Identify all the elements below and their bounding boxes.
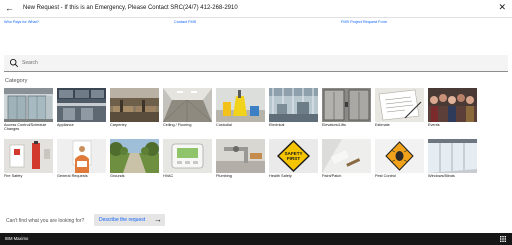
- category-label: Electrical: [269, 123, 285, 127]
- category-tile-custodial[interactable]: Custodial: [216, 88, 265, 136]
- plumbing-image: [216, 139, 265, 173]
- category-label: Events: [428, 123, 440, 127]
- search-input[interactable]: [22, 57, 492, 69]
- fire-safety-image: [4, 139, 53, 173]
- bottom-bar: IBM Maximo: [0, 233, 512, 245]
- custodial-image: [216, 88, 265, 122]
- category-tile-windows-blinds[interactable]: Windows/Blinds: [428, 139, 477, 187]
- category-tile-electrical[interactable]: Electrical: [269, 88, 318, 136]
- search-bar: [4, 55, 508, 72]
- help-question: Can't find what you are looking for?: [6, 218, 85, 224]
- category-tile-health-safety[interactable]: SAFETY FIRST Health Safety: [269, 139, 318, 187]
- category-tile-events[interactable]: Events: [428, 88, 477, 136]
- access-control-image: [4, 88, 53, 122]
- category-label: Grounds: [110, 174, 125, 178]
- grounds-image: [110, 139, 159, 173]
- page-title: New Request - If this is an Emergency, P…: [23, 5, 238, 11]
- arrow-right-icon: →: [154, 215, 162, 224]
- category-label: Health Safety: [269, 174, 292, 178]
- link-who-pays[interactable]: Who Pays for What?: [4, 19, 39, 25]
- appliance-image: [57, 88, 106, 122]
- describe-request-button[interactable]: Describe the request →: [94, 214, 165, 226]
- category-tile-elevators[interactable]: Elevators/Lifts: [322, 88, 371, 136]
- windows-blinds-image: [428, 139, 477, 173]
- category-heading: Category: [5, 78, 28, 84]
- app-switcher-icon[interactable]: [500, 236, 506, 242]
- category-label: Windows/Blinds: [428, 174, 455, 178]
- info-links: Who Pays for What? Contact FMS FMS Proje…: [0, 18, 512, 28]
- describe-request-label: Describe the request: [99, 217, 146, 223]
- category-label: HVAC: [163, 174, 174, 178]
- hvac-image: [163, 139, 212, 173]
- category-tile-access-control[interactable]: Access Control/Schedule Changes: [4, 88, 53, 136]
- general-requests-image: [57, 139, 106, 173]
- events-image: [428, 88, 477, 122]
- category-tile-estimate[interactable]: Estimate: [375, 88, 424, 136]
- category-tile-paint-patch[interactable]: Paint/Patch: [322, 139, 371, 187]
- health-safety-image: SAFETY FIRST: [269, 139, 318, 173]
- svg-text:FIRST: FIRST: [287, 156, 300, 161]
- ceiling-flooring-image: [163, 88, 212, 122]
- header-bar: ← New Request - If this is an Emergency,…: [0, 0, 512, 18]
- category-label: Ceiling / Flooring: [163, 123, 192, 127]
- category-label: Custodial: [216, 123, 232, 127]
- elevators-image: [322, 88, 371, 122]
- category-tile-hvac[interactable]: HVAC: [163, 139, 212, 187]
- category-label: Plumbing: [216, 174, 232, 178]
- category-label: General Requests: [57, 174, 88, 178]
- pest-control-image: [375, 139, 424, 173]
- carpentry-image: [110, 88, 159, 122]
- category-label: Estimate: [375, 123, 390, 127]
- category-label: Appliance: [57, 123, 74, 127]
- category-label: Pest Control: [375, 174, 396, 178]
- category-tile-general-requests[interactable]: General Requests: [57, 139, 106, 187]
- category-tile-carpentry[interactable]: Carpentry: [110, 88, 159, 136]
- link-project-request-form[interactable]: FMS Project Request Form: [341, 19, 387, 25]
- electrical-image: [269, 88, 318, 122]
- brand-logo: IBM Maximo: [5, 236, 29, 241]
- paint-patch-image: [322, 139, 371, 173]
- category-tile-plumbing[interactable]: Plumbing: [216, 139, 265, 187]
- estimate-image: [375, 88, 424, 122]
- category-label: Elevators/Lifts: [322, 123, 346, 127]
- category-tile-appliance[interactable]: Appliance: [57, 88, 106, 136]
- link-contact-fms[interactable]: Contact FMS: [174, 19, 196, 25]
- category-label: Access Control/Schedule Changes: [4, 123, 47, 132]
- category-label: Paint/Patch: [322, 174, 342, 178]
- category-tile-fire-safety[interactable]: Fire Safety: [4, 139, 53, 187]
- search-icon: [9, 58, 19, 68]
- category-label: Carpentry: [110, 123, 127, 127]
- arrow-left-icon[interactable]: ←: [5, 3, 14, 13]
- close-icon[interactable]: ✕: [498, 2, 506, 13]
- category-tile-ceiling-flooring[interactable]: Ceiling / Flooring: [163, 88, 212, 136]
- category-tile-pest-control[interactable]: Pest Control: [375, 139, 424, 187]
- category-tile-grounds[interactable]: Grounds: [110, 139, 159, 187]
- category-label: Fire Safety: [4, 174, 23, 178]
